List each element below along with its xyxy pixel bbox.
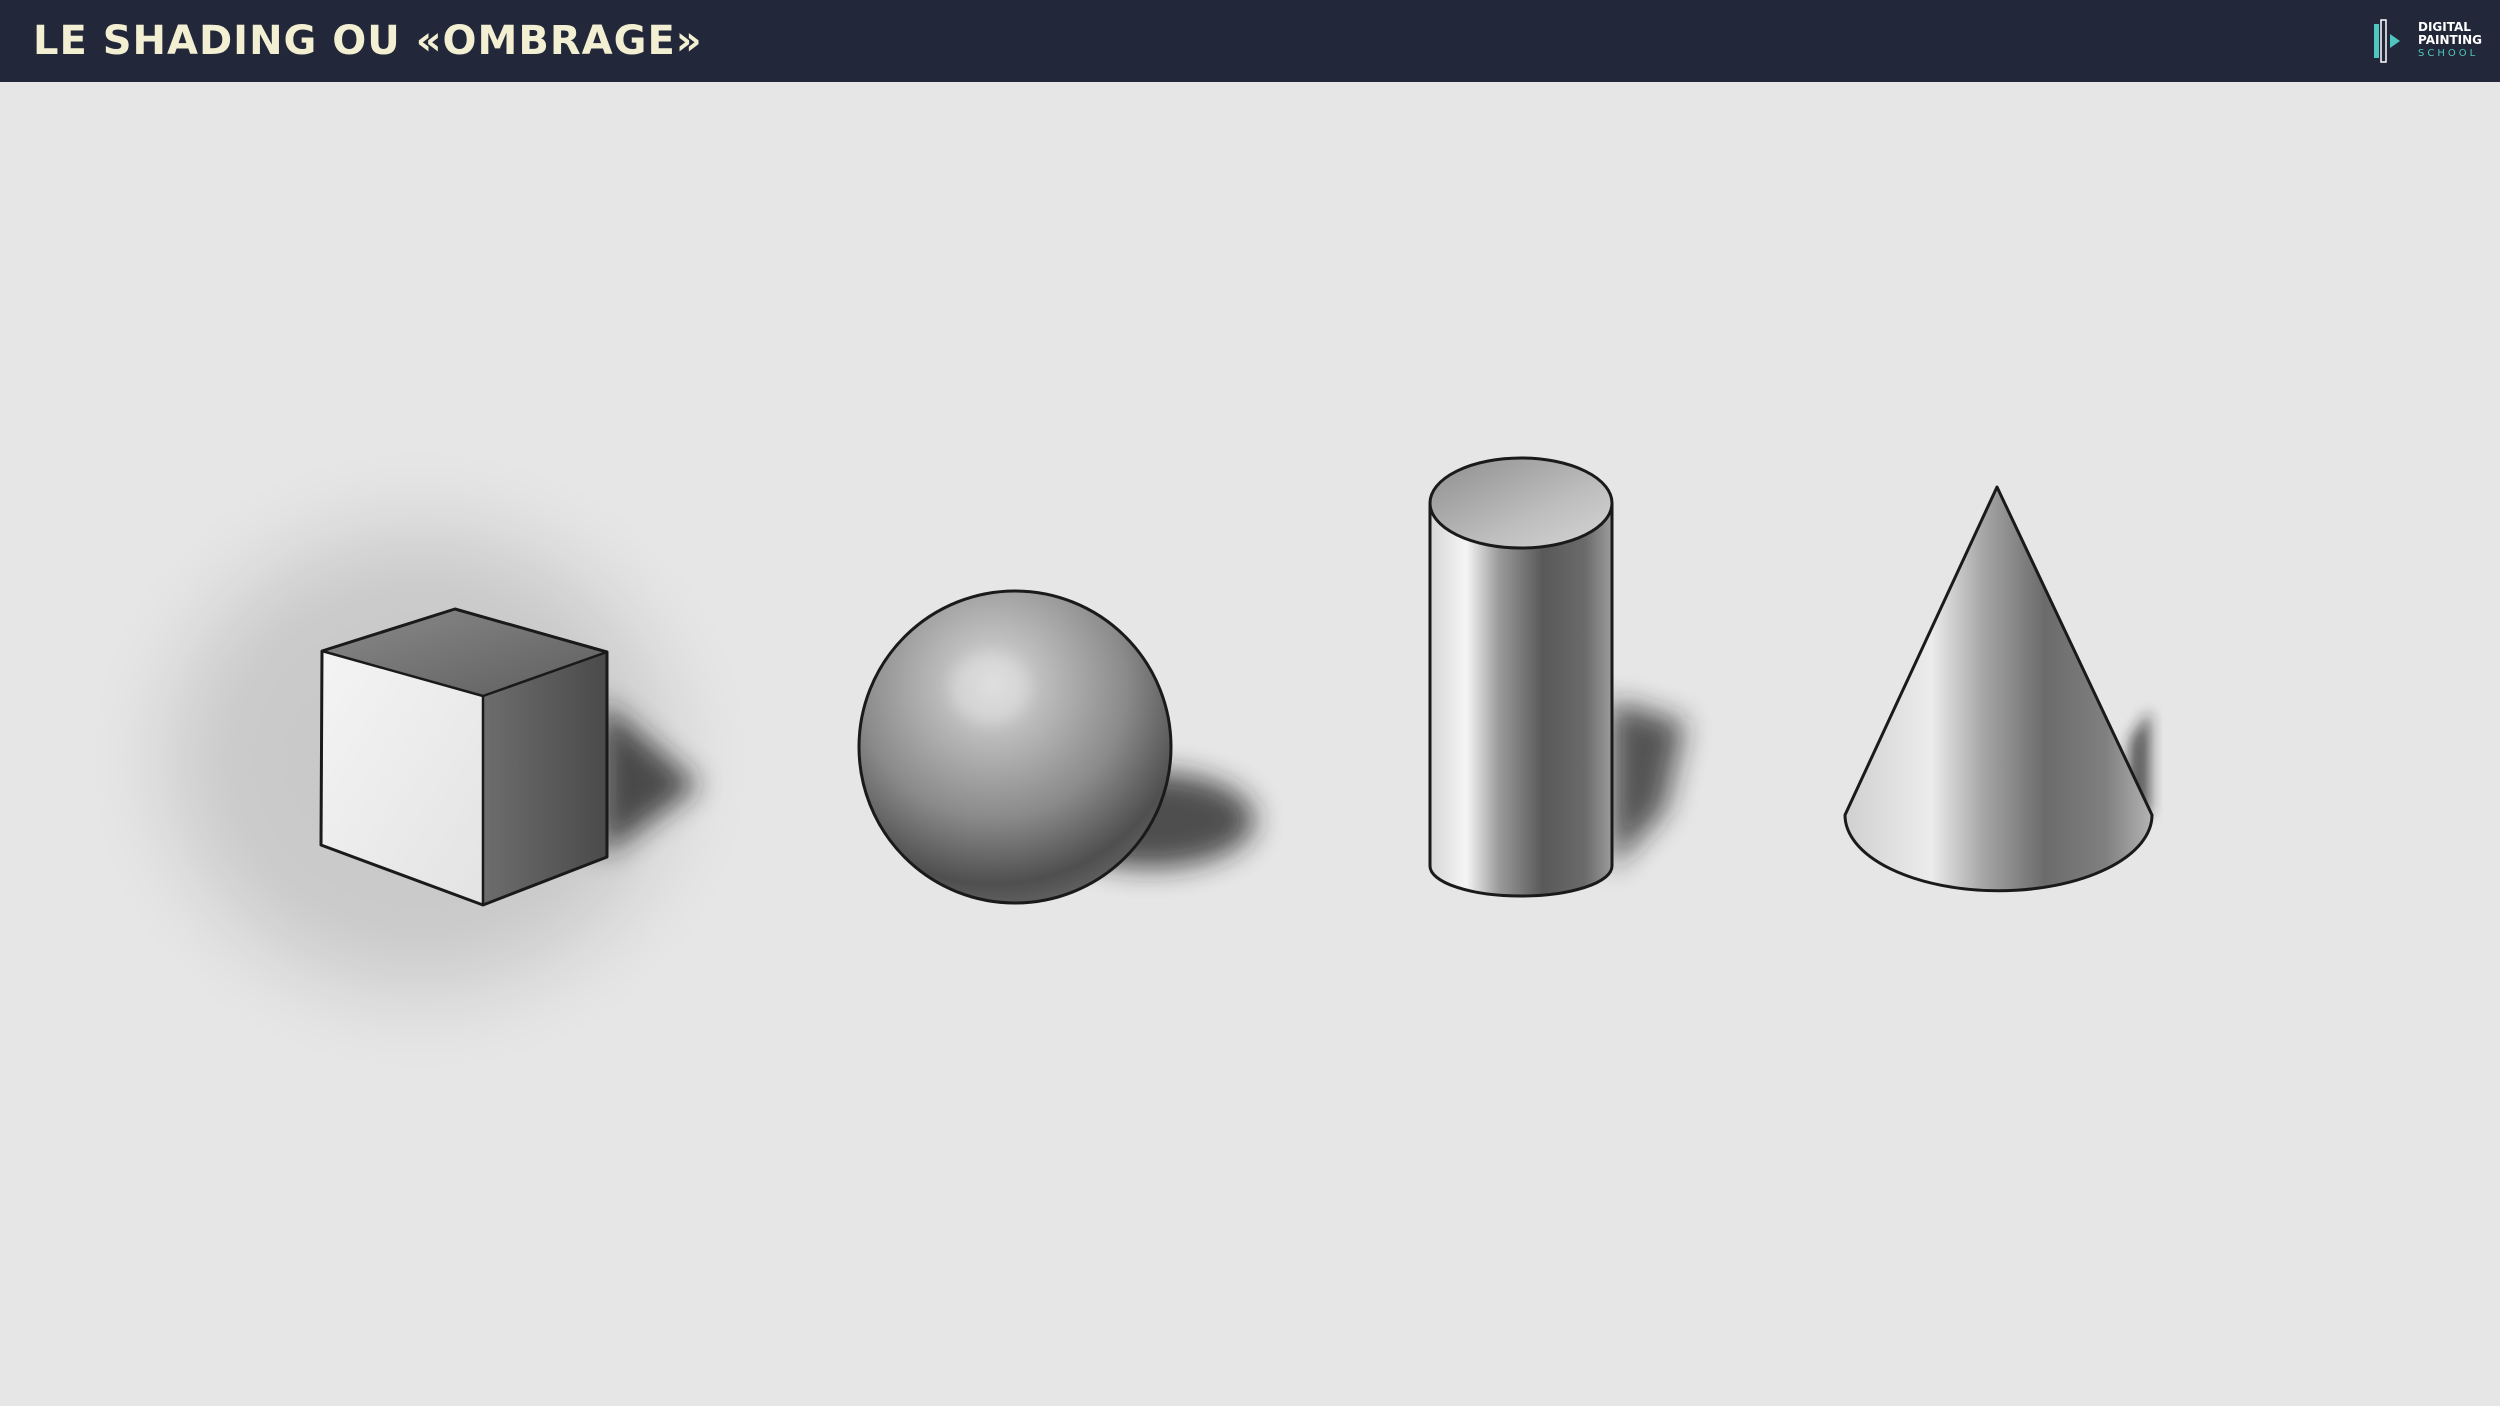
cylinder-shape bbox=[1428, 456, 1685, 898]
page-title: LE SHADING OU «OMBRAGE» bbox=[33, 18, 703, 64]
logo-wordmark: DIGITAL PAINTING SCHOOL bbox=[2418, 21, 2482, 60]
paintbrush-logo-icon bbox=[2374, 19, 2400, 63]
school-logo[interactable]: DIGITAL PAINTING SCHOOL bbox=[2372, 16, 2482, 66]
shading-illustration bbox=[170, 456, 2154, 990]
logo-line-painting: PAINTING bbox=[2418, 33, 2483, 47]
logo-line-school: SCHOOL bbox=[2418, 48, 2479, 59]
cone-shape bbox=[1843, 485, 2154, 893]
header-bar: LE SHADING OU «OMBRAGE» DIGITAL PAINTING… bbox=[0, 0, 2500, 82]
sphere-shape bbox=[857, 589, 1255, 905]
cube-shape bbox=[170, 530, 700, 990]
